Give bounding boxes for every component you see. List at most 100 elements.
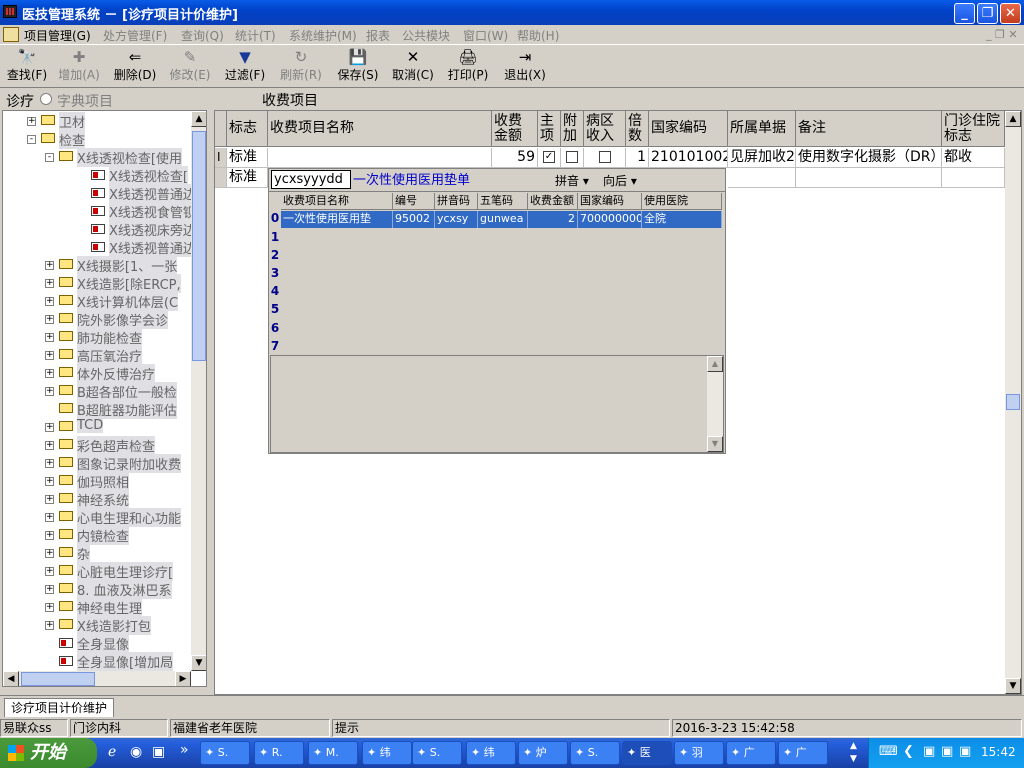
tree-node[interactable]: + 肺功能检查 <box>3 328 193 347</box>
direction-select[interactable]: 向后 ▾ <box>603 172 637 189</box>
keyboard-icon[interactable]: ⌨ <box>879 744 898 759</box>
task-12[interactable]: ✦ 广 <box>778 741 828 765</box>
lookup-cell-national[interactable]: 700000000 <box>578 211 642 228</box>
lookup-cell-hospital[interactable]: 全院 <box>642 211 722 228</box>
cell-remark[interactable]: 使用数字化摄影（DR） <box>796 148 942 168</box>
menu-project[interactable]: 项目管理(G) <box>24 27 91 44</box>
menu-system[interactable]: 系统维护(M) <box>289 27 357 44</box>
col-remark[interactable]: 备注 <box>796 111 942 147</box>
mdi-controls[interactable]: _ ❐ ✕ <box>986 28 1018 41</box>
cell-extra[interactable] <box>561 148 584 168</box>
minimize-button[interactable]: _ <box>954 3 975 24</box>
col-extra[interactable]: 附加 <box>561 111 584 147</box>
col-main[interactable]: 主项 <box>538 111 561 147</box>
lookup-cell-code[interactable]: 95002 <box>393 211 435 228</box>
col-amount[interactable]: 收费金额 <box>492 111 538 147</box>
cell-clinic[interactable] <box>942 168 1005 188</box>
lookup-memo[interactable]: ▲ ▼ <box>270 355 724 453</box>
exit-button[interactable]: ⇥ 退出(X) <box>500 48 550 86</box>
tree-node[interactable]: + 心脏电生理诊疗[ <box>3 562 193 581</box>
col-name[interactable]: 收费项目名称 <box>268 111 492 147</box>
tree-node[interactable]: - X线透视检查[使用 <box>3 148 193 167</box>
task-11[interactable]: ✦ 广 <box>726 741 776 765</box>
lookup-cell-name[interactable]: 一次性使用医用垫 <box>281 211 393 228</box>
tree-node[interactable]: + 神经电生理 <box>3 598 193 617</box>
col-flag[interactable]: 标志 <box>227 111 268 147</box>
network-icon[interactable]: ▣ <box>941 744 953 759</box>
chrome-icon[interactable]: ◉ <box>130 744 142 760</box>
chevron-right-icon[interactable]: » <box>180 742 189 758</box>
tree-node[interactable]: + X线造影[除ERCP, <box>3 274 193 293</box>
cell-clinic[interactable]: 都收 <box>942 148 1005 168</box>
scroll-up-icon[interactable]: ▲ <box>707 356 723 372</box>
tree-node[interactable]: 全身显像[增加局 <box>3 652 193 671</box>
ie-icon[interactable]: ℯ <box>108 744 116 760</box>
col-national-code[interactable]: 国家编码 <box>649 111 728 147</box>
tab-fee-maintenance[interactable]: 诊疗项目计价维护 <box>4 698 115 717</box>
tree-node[interactable]: + 高压氧治疗 <box>3 346 193 365</box>
scroll-down-icon[interactable]: ▼ <box>707 436 723 452</box>
filter-button[interactable]: ▼ 过滤(F) <box>220 48 270 86</box>
task-7[interactable]: ✦ 炉 <box>518 741 568 765</box>
extra-checkbox[interactable] <box>566 151 578 163</box>
menu-query[interactable]: 查询(Q) <box>181 27 224 44</box>
expand-icon[interactable]: + <box>45 603 54 612</box>
tree-node[interactable]: + 体外反博治疗 <box>3 364 193 383</box>
save-button[interactable]: 💾 保存(S) <box>333 48 383 86</box>
restore-button[interactable]: ❐ <box>977 3 998 24</box>
expand-icon[interactable]: + <box>45 621 54 630</box>
cell-national-code[interactable]: 210101002 <box>649 148 728 168</box>
task-5[interactable]: ✦ S. <box>412 741 462 765</box>
lookup-suggestion[interactable]: 一次性使用医用垫单 <box>353 169 470 188</box>
clock[interactable]: 15:42 <box>981 745 1016 759</box>
main-checkbox[interactable]: ✓ <box>543 151 555 163</box>
tree-node[interactable]: + 心电生理和心功能 <box>3 508 193 527</box>
menu-common[interactable]: 公共模块 <box>402 27 450 44</box>
chevron-left-icon[interactable]: ❮ <box>903 744 914 759</box>
lookup-cell-wubi[interactable]: gunwea <box>478 211 528 228</box>
scroll-up-icon[interactable]: ▲ <box>1005 111 1021 127</box>
tree-node[interactable]: + X线计算机体层(C <box>3 292 193 311</box>
network-icon[interactable]: ▣ <box>923 744 935 759</box>
task-4[interactable]: ✦ 纬 <box>362 741 412 765</box>
cell-multiple[interactable]: 1 <box>626 148 649 168</box>
tree-node[interactable]: + 神经系统 <box>3 490 193 509</box>
collapse-icon[interactable]: - <box>27 135 36 144</box>
menu-help[interactable]: 帮助(H) <box>517 27 559 44</box>
col-ward[interactable]: 病区收入 <box>584 111 626 147</box>
task-2[interactable]: ✦ R. <box>254 741 304 765</box>
lookup-input[interactable]: ycxsyyydd <box>271 170 351 189</box>
desktop-icon[interactable]: ▣ <box>152 744 165 760</box>
expand-icon[interactable]: + <box>45 261 54 270</box>
cell-bill[interactable] <box>728 168 796 188</box>
tree-node[interactable]: B超脏器功能评估 <box>3 400 193 419</box>
expand-icon[interactable]: + <box>45 333 54 342</box>
tree-node[interactable]: X线透视床旁边 <box>3 220 196 239</box>
tree-node[interactable]: + X线摄影[1、一张 <box>3 256 193 275</box>
col-bill[interactable]: 所属单据 <box>728 111 796 147</box>
expand-icon[interactable]: + <box>45 567 54 576</box>
task-1[interactable]: ✦ S. <box>200 741 250 765</box>
menu-prescription[interactable]: 处方管理(F) <box>103 27 167 44</box>
cell-flag[interactable]: 标准 <box>227 148 268 168</box>
task-6[interactable]: ✦ 纬 <box>466 741 516 765</box>
lookup-grid[interactable]: 收费项目名称 编号 拼音码 五笔码 收费金额 国家编码 使用医院 一次性使用医用… <box>269 191 725 353</box>
expand-icon[interactable]: + <box>45 387 54 396</box>
expand-icon[interactable]: + <box>45 423 54 432</box>
print-button[interactable]: 🖨 打印(P) <box>443 48 493 86</box>
cell-flag[interactable]: 标准 <box>227 168 268 188</box>
expand-icon[interactable]: + <box>45 459 54 468</box>
find-button[interactable]: 🔭 查找(F) <box>2 48 52 86</box>
grid-scroll-thumb[interactable] <box>1006 394 1020 410</box>
tree-node[interactable]: + 彩色超声检查 <box>3 436 193 455</box>
close-button[interactable]: ✕ <box>1000 3 1021 24</box>
task-3[interactable]: ✦ M. <box>308 741 358 765</box>
col-multiple[interactable]: 倍数 <box>626 111 649 147</box>
expand-icon[interactable]: + <box>27 117 36 126</box>
task-9[interactable]: ✦ 医 <box>622 741 672 765</box>
grid-scrollbar[interactable]: ▲ ▼ <box>1005 111 1021 694</box>
tree-node[interactable]: + 伽玛照相 <box>3 472 193 491</box>
tree-node[interactable]: + 图象记录附加收费 <box>3 454 193 473</box>
expand-icon[interactable]: + <box>45 351 54 360</box>
tree-node[interactable]: + B超各部位一般检 <box>3 382 193 401</box>
